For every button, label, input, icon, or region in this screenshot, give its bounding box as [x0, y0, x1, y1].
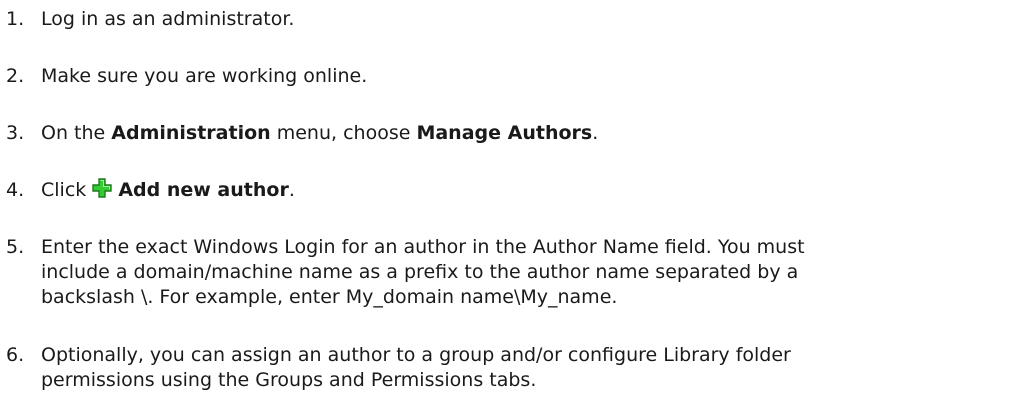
step-text-suffix: .	[288, 179, 295, 201]
step-text: Make sure you are working online.	[41, 65, 368, 87]
step-text: On the Administration menu, choose Manag…	[41, 121, 1030, 146]
step-4: 4. Click Add new author.	[0, 178, 1030, 205]
step-text-middle: menu, choose	[270, 122, 417, 144]
step-text-suffix: .	[592, 122, 599, 144]
step-text-line: include a domain/machine name as a prefi…	[41, 261, 799, 283]
step-2: 2. Make sure you are working online.	[0, 64, 1030, 89]
step-number: 3.	[6, 122, 25, 144]
step-text-line: backslash \. For example, enter My_domai…	[41, 286, 618, 308]
step-5: 5. Enter the exact Windows Login for an …	[0, 235, 1030, 310]
step-1: 1. Log in as an administrator.	[0, 7, 1030, 32]
step-number: 4.	[6, 179, 25, 201]
step-text-line: permissions using the Groups and Permiss…	[41, 369, 537, 391]
manage-authors-command: Manage Authors	[416, 122, 593, 144]
step-number: 6.	[6, 344, 25, 366]
step-3: 3. On the Administration menu, choose Ma…	[0, 121, 1030, 146]
step-number: 1.	[6, 8, 25, 30]
step-text-prefix: On the	[41, 122, 112, 144]
step-number: 5.	[6, 236, 25, 258]
step-text-line: Optionally, you can assign an author to …	[41, 344, 791, 366]
administration-menu-name: Administration	[111, 122, 271, 144]
step-text: Log in as an administrator.	[41, 8, 295, 30]
instruction-steps: 1. Log in as an administrator. 2. Make s…	[0, 0, 1034, 418]
step-number: 2.	[6, 65, 25, 87]
add-new-author-command: Add new author	[118, 179, 289, 201]
add-plus-icon	[92, 178, 113, 205]
step-text: Optionally, you can assign an author to …	[41, 343, 1030, 393]
step-text: Click Add new author.	[41, 178, 1030, 205]
step-text-prefix: Click	[41, 179, 93, 201]
step-text-line: Enter the exact Windows Login for an aut…	[41, 236, 805, 258]
step-6: 6. Optionally, you can assign an author …	[0, 343, 1030, 393]
step-text: Enter the exact Windows Login for an aut…	[41, 235, 1030, 310]
